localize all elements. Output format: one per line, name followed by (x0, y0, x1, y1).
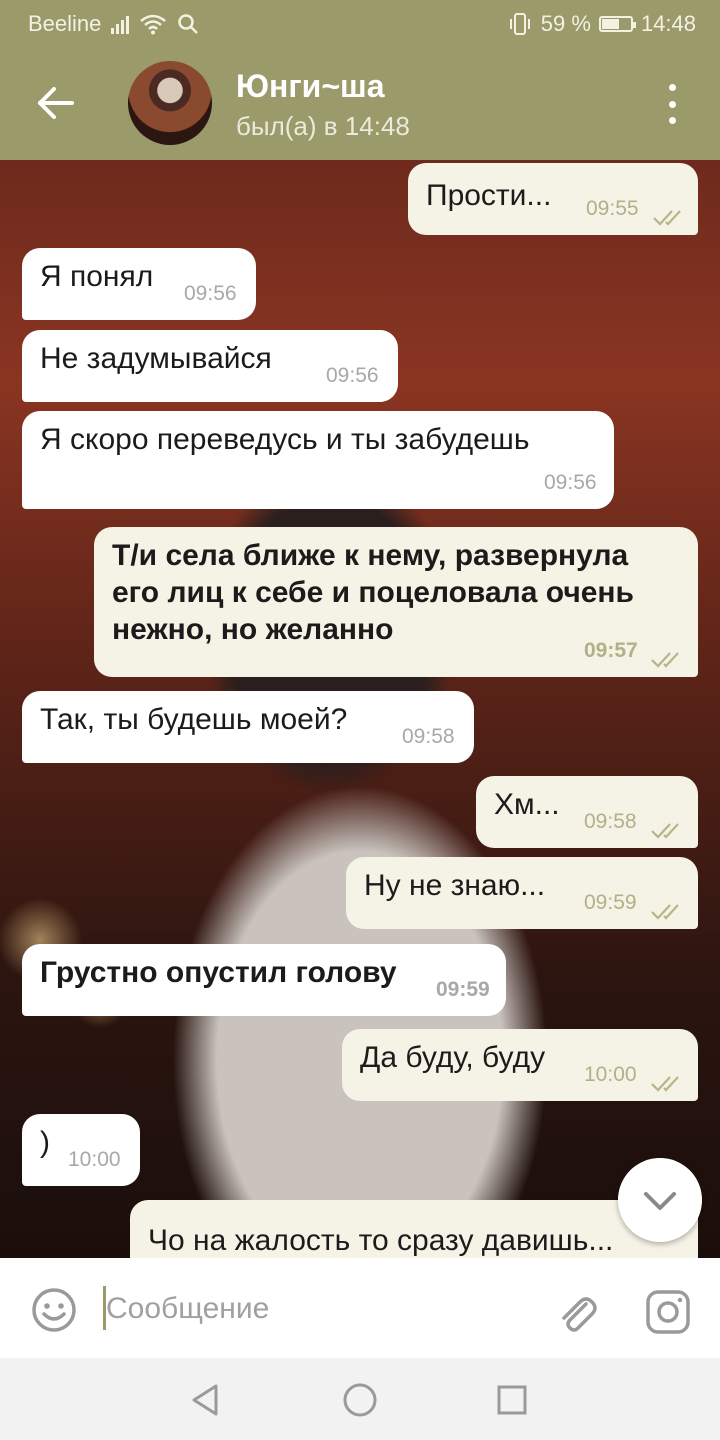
check-double-icon (651, 904, 679, 920)
nav-recents-icon[interactable] (492, 1380, 532, 1420)
outgoing-message[interactable]: Хм... 09:58 (476, 776, 698, 848)
search-icon (178, 14, 199, 34)
outgoing-message[interactable]: Прости... 09:55 (408, 163, 698, 235)
message-time: 09:56 (184, 282, 237, 305)
check-double-icon (651, 1076, 679, 1092)
message-time: 09:58 (584, 810, 637, 833)
check-double-icon (651, 652, 679, 668)
incoming-message[interactable]: ) 10:00 (22, 1114, 140, 1186)
message-text: Чо на жалость то сразу давишь... (148, 1224, 614, 1257)
carrier-name: Beeline (28, 11, 102, 36)
system-nav-bar (0, 1358, 720, 1440)
message-list: Прости... 09:55 Я понял 09:56 Не задумывайся… (0, 160, 720, 1258)
outgoing-message[interactable]: Чо на жалость то сразу давишь... (130, 1200, 698, 1258)
emoji-icon[interactable] (30, 1286, 78, 1334)
chevron-down-icon[interactable] (618, 1158, 702, 1242)
message-time: 09:59 (584, 891, 637, 914)
chat-header: Юнги~ша был(а) в 14:48 (0, 48, 720, 160)
chat-screen: Beeline 59 % 14:48 Юнги~ша был(а) в 14:4… (0, 0, 720, 1440)
incoming-message[interactable]: Я скоро переведусь и ты забудешь 09:56 (22, 411, 614, 509)
signal-icon (111, 14, 130, 34)
chat-name[interactable]: Юнги~ша (236, 68, 384, 105)
vibrate-icon (509, 13, 530, 35)
message-time: 09:58 (402, 725, 455, 748)
message-time: 10:00 (68, 1148, 121, 1171)
status-time: 14:48 (640, 11, 696, 36)
wifi-icon (140, 14, 167, 35)
camera-icon[interactable] (644, 1288, 692, 1336)
message-time: 09:55 (586, 197, 639, 220)
attach-icon[interactable] (552, 1288, 600, 1336)
outgoing-message[interactable]: Т/и села ближе к нему, развернула его ли… (94, 527, 698, 677)
message-time: 09:59 (436, 978, 490, 1001)
nav-back-icon[interactable] (186, 1380, 226, 1420)
message-text: Прости... (426, 179, 552, 212)
incoming-message[interactable]: Не задумывайся 09:56 (22, 330, 398, 402)
message-text: Я скоро переведусь и ты забудешь (40, 423, 530, 456)
battery-icon (598, 16, 636, 32)
incoming-message[interactable]: Грустно опустил голову 09:59 (22, 944, 506, 1016)
outgoing-message[interactable]: Ну не знаю... 09:59 (346, 857, 698, 929)
message-time: 09:57 (584, 639, 638, 662)
avatar[interactable] (128, 61, 212, 145)
message-text: Грустно опустил голову (40, 956, 397, 989)
nav-home-icon[interactable] (340, 1380, 380, 1420)
message-input-bar (0, 1258, 720, 1358)
outgoing-message[interactable]: Да буду, буду 10:00 (342, 1029, 698, 1101)
battery-percent: 59 % (540, 11, 591, 36)
message-input[interactable] (106, 1284, 506, 1334)
incoming-message[interactable]: Я понял 09:56 (22, 248, 256, 320)
incoming-message[interactable]: Так, ты будешь моей? 09:58 (22, 691, 474, 763)
more-vert-icon[interactable] (660, 84, 684, 124)
back-arrow-icon[interactable] (30, 78, 80, 128)
message-time: 10:00 (584, 1063, 637, 1086)
status-bar: Beeline 59 % 14:48 (0, 0, 720, 48)
last-seen-status: был(а) в 14:48 (236, 111, 410, 141)
check-double-icon (651, 823, 679, 839)
message-time: 09:56 (544, 471, 597, 494)
check-double-icon (653, 210, 681, 226)
message-time: 09:56 (326, 364, 379, 387)
message-text: Так, ты будешь моей? (40, 703, 348, 736)
